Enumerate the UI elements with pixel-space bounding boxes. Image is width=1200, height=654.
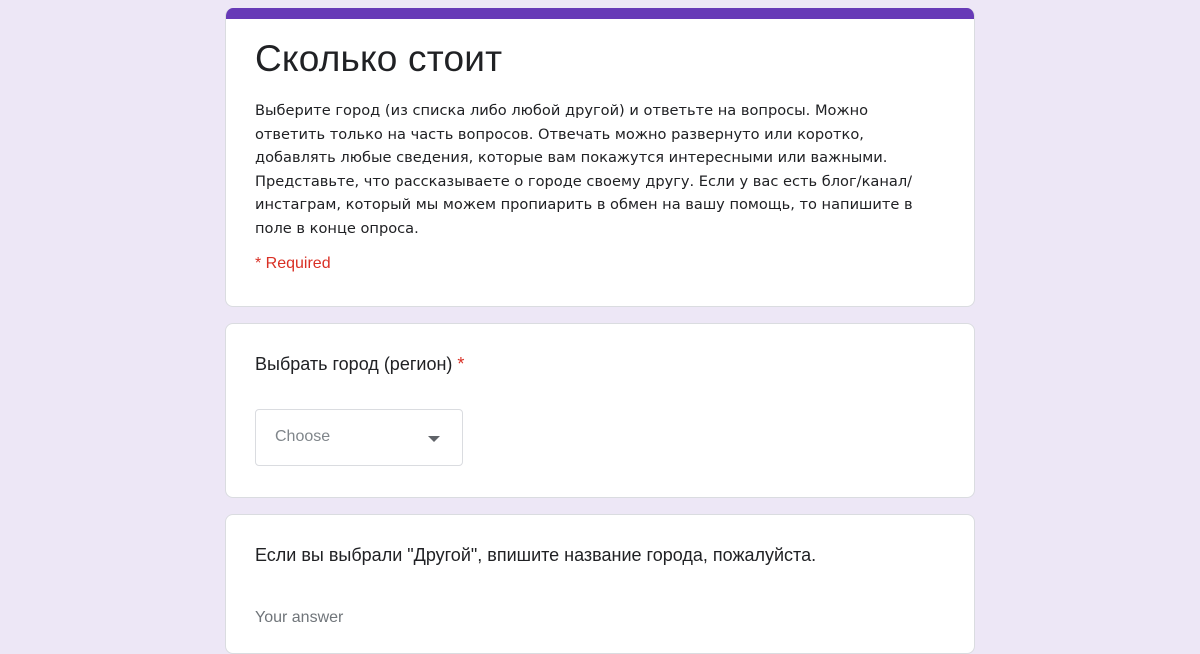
question-card-other-city: Если вы выбрали "Другой", впишите назван… [225,514,975,654]
form-header-card: Сколько стоит Выберите город (из списка … [225,8,975,307]
form-title: Сколько стоит [255,38,503,79]
dropdown-arrow-icon [428,436,440,442]
city-dropdown[interactable]: Choose [255,409,463,466]
question-title-text: Выбрать город (регион) [255,354,453,374]
form-accent-bar [226,8,974,19]
required-asterisk: * [457,354,465,374]
question-title-other-city: Если вы выбрали "Другой", впишите назван… [255,545,817,565]
question-title-city: Выбрать город (регион) * [255,354,464,375]
dropdown-selected-value: Choose [275,428,331,445]
form-description: Выберите город (из списка либо любой дру… [255,102,913,237]
form-column: Сколько стоит Выберите город (из списка … [225,8,975,654]
question-card-city: Выбрать город (регион) * Choose [225,323,975,498]
required-note: * Required [255,255,331,272]
other-city-answer-input[interactable]: Your answer [255,609,343,627]
